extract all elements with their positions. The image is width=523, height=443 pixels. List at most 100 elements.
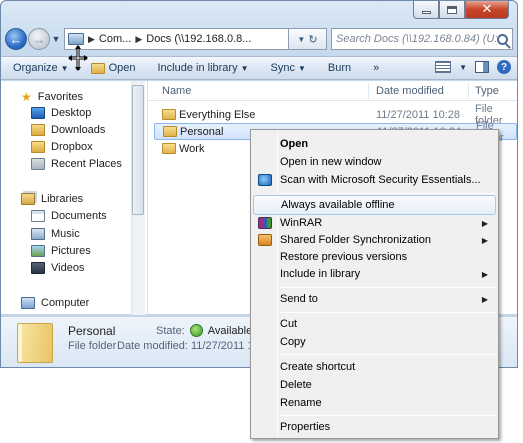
menu-item-delete[interactable]: Delete xyxy=(253,375,496,395)
nav-label: Computer xyxy=(41,297,90,309)
forward-arrow-icon: → xyxy=(32,31,46,47)
column-divider[interactable] xyxy=(368,83,369,99)
column-name[interactable]: Name xyxy=(162,85,191,97)
menu-item-cut[interactable]: Cut xyxy=(253,314,496,334)
nav-label: Recent Places xyxy=(51,158,122,170)
nav-dropbox[interactable]: Dropbox xyxy=(31,141,93,153)
menu-item-properties[interactable]: Properties xyxy=(253,417,496,437)
refresh-button[interactable]: ▼ ↻ xyxy=(289,28,327,50)
nav-music[interactable]: Music xyxy=(31,228,80,240)
nav-pictures[interactable]: Pictures xyxy=(31,245,91,257)
mouse-cursor-icon xyxy=(68,45,88,71)
menu-label: Create shortcut xyxy=(280,361,356,373)
folder-icon xyxy=(90,62,105,74)
file-name: Everything Else xyxy=(179,108,256,121)
nav-scrollbar-thumb[interactable] xyxy=(132,85,144,215)
open-label: Open xyxy=(108,62,136,74)
include-in-library-button[interactable]: Include in library ▼ xyxy=(157,62,248,74)
menu-item-rename[interactable]: Rename xyxy=(253,393,496,413)
videos-icon xyxy=(31,262,45,274)
back-button[interactable]: ← xyxy=(5,28,27,50)
menu-separator xyxy=(280,193,495,194)
search-input[interactable]: Search Docs (\\192.168.0.84) (U:) xyxy=(331,28,513,50)
preview-pane-icon[interactable] xyxy=(475,61,489,73)
desktop-icon xyxy=(31,107,45,119)
context-menu: Open Open in new window Scan with Micros… xyxy=(250,129,499,439)
menu-separator xyxy=(280,415,495,416)
nav-downloads[interactable]: Downloads xyxy=(31,124,105,136)
nav-label: Libraries xyxy=(41,193,84,205)
menu-label: Send to xyxy=(280,293,318,305)
nav-label: Videos xyxy=(51,262,85,274)
state-label: State: xyxy=(156,324,185,337)
nav-videos[interactable]: Videos xyxy=(31,262,84,274)
chevron-right-icon: ▶ xyxy=(135,33,143,44)
winrar-icon xyxy=(258,217,272,229)
folder-icon xyxy=(31,124,45,136)
menu-item-open-new-window[interactable]: Open in new window xyxy=(253,152,496,172)
search-icon xyxy=(497,33,508,45)
column-type[interactable]: Type xyxy=(475,85,499,97)
toolbar-right: ▼ ? xyxy=(435,60,511,74)
nav-computer[interactable]: Computer xyxy=(21,297,89,309)
search-placeholder: Search Docs (\\192.168.0.84) (U:) xyxy=(336,33,497,45)
minimize-button[interactable] xyxy=(413,1,439,19)
file-row-everything-else[interactable]: Everything Else 11/27/2011 10:28 File fo… xyxy=(154,103,517,127)
refresh-icon: ↻ xyxy=(308,33,318,46)
menu-item-create-shortcut[interactable]: Create shortcut xyxy=(253,357,496,377)
folder-icon xyxy=(162,143,176,154)
chevron-right-icon: ▶ xyxy=(88,33,95,44)
change-view-icon[interactable] xyxy=(435,61,452,73)
more-commands-button[interactable]: » xyxy=(373,62,379,74)
menu-label: Shared Folder Synchronization xyxy=(280,234,432,246)
recent-places-icon xyxy=(31,158,45,170)
maximize-button[interactable] xyxy=(439,1,465,19)
column-date-modified[interactable]: Date modified xyxy=(376,85,444,97)
address-bar[interactable]: ▶ Com... ▶ Docs (\\192.168.0.8... xyxy=(64,28,289,50)
submenu-arrow-icon: ▶ xyxy=(481,294,488,304)
breadcrumb-docs[interactable]: Docs (\\192.168.0.8... xyxy=(146,33,251,45)
menu-item-open[interactable]: Open xyxy=(253,134,496,154)
column-divider[interactable] xyxy=(468,83,469,99)
sync-button[interactable]: Sync ▼ xyxy=(271,62,306,74)
nav-libraries[interactable]: Libraries xyxy=(21,193,83,205)
forward-button[interactable]: → xyxy=(28,28,50,50)
menu-item-scan[interactable]: Scan with Microsoft Security Essentials.… xyxy=(253,170,496,190)
pictures-icon xyxy=(31,245,45,257)
menu-label: Restore previous versions xyxy=(280,251,408,263)
recent-pages-dropdown[interactable]: ▼ xyxy=(51,34,61,44)
nav-favorites[interactable]: ★ Favorites xyxy=(21,90,83,104)
nav-desktop[interactable]: Desktop xyxy=(31,107,91,119)
menu-item-include-library[interactable]: Include in library ▶ xyxy=(253,264,496,284)
menu-label: Copy xyxy=(280,336,306,348)
chevron-down-icon: ▼ xyxy=(297,34,306,44)
close-button[interactable]: ✕ xyxy=(465,1,509,19)
menu-label: Scan with Microsoft Security Essentials.… xyxy=(280,174,481,186)
organize-button[interactable]: Organize ▼ xyxy=(13,62,69,74)
documents-icon xyxy=(31,210,45,222)
include-label: Include in library xyxy=(157,62,238,74)
nav-label: Favorites xyxy=(37,91,84,103)
nav-recent-places[interactable]: Recent Places xyxy=(31,158,122,170)
help-icon[interactable]: ? xyxy=(497,60,511,74)
minimize-icon xyxy=(421,11,431,14)
menu-item-send-to[interactable]: Send to ▶ xyxy=(253,289,496,309)
open-button[interactable]: Open xyxy=(90,62,136,74)
menu-item-always-offline[interactable]: Always available offline xyxy=(253,195,496,215)
burn-button[interactable]: Burn xyxy=(328,62,351,74)
chevron-down-icon[interactable]: ▼ xyxy=(459,63,467,72)
maximize-icon xyxy=(447,5,457,14)
submenu-arrow-icon: ▶ xyxy=(481,269,488,279)
nav-label: Documents xyxy=(51,210,107,222)
details-type: File folder xyxy=(68,340,117,352)
nav-label: Pictures xyxy=(51,245,91,257)
nav-documents[interactable]: Documents xyxy=(31,210,107,222)
chevron-down-icon: ▼ xyxy=(240,64,249,73)
breadcrumb-computer[interactable]: Com... xyxy=(99,33,131,45)
nav-label: Desktop xyxy=(51,107,92,119)
close-icon: ✕ xyxy=(481,2,493,17)
menu-label: WinRAR xyxy=(280,217,323,229)
menu-item-copy[interactable]: Copy xyxy=(253,332,496,352)
star-icon: ★ xyxy=(21,90,32,104)
menu-separator xyxy=(280,287,495,288)
